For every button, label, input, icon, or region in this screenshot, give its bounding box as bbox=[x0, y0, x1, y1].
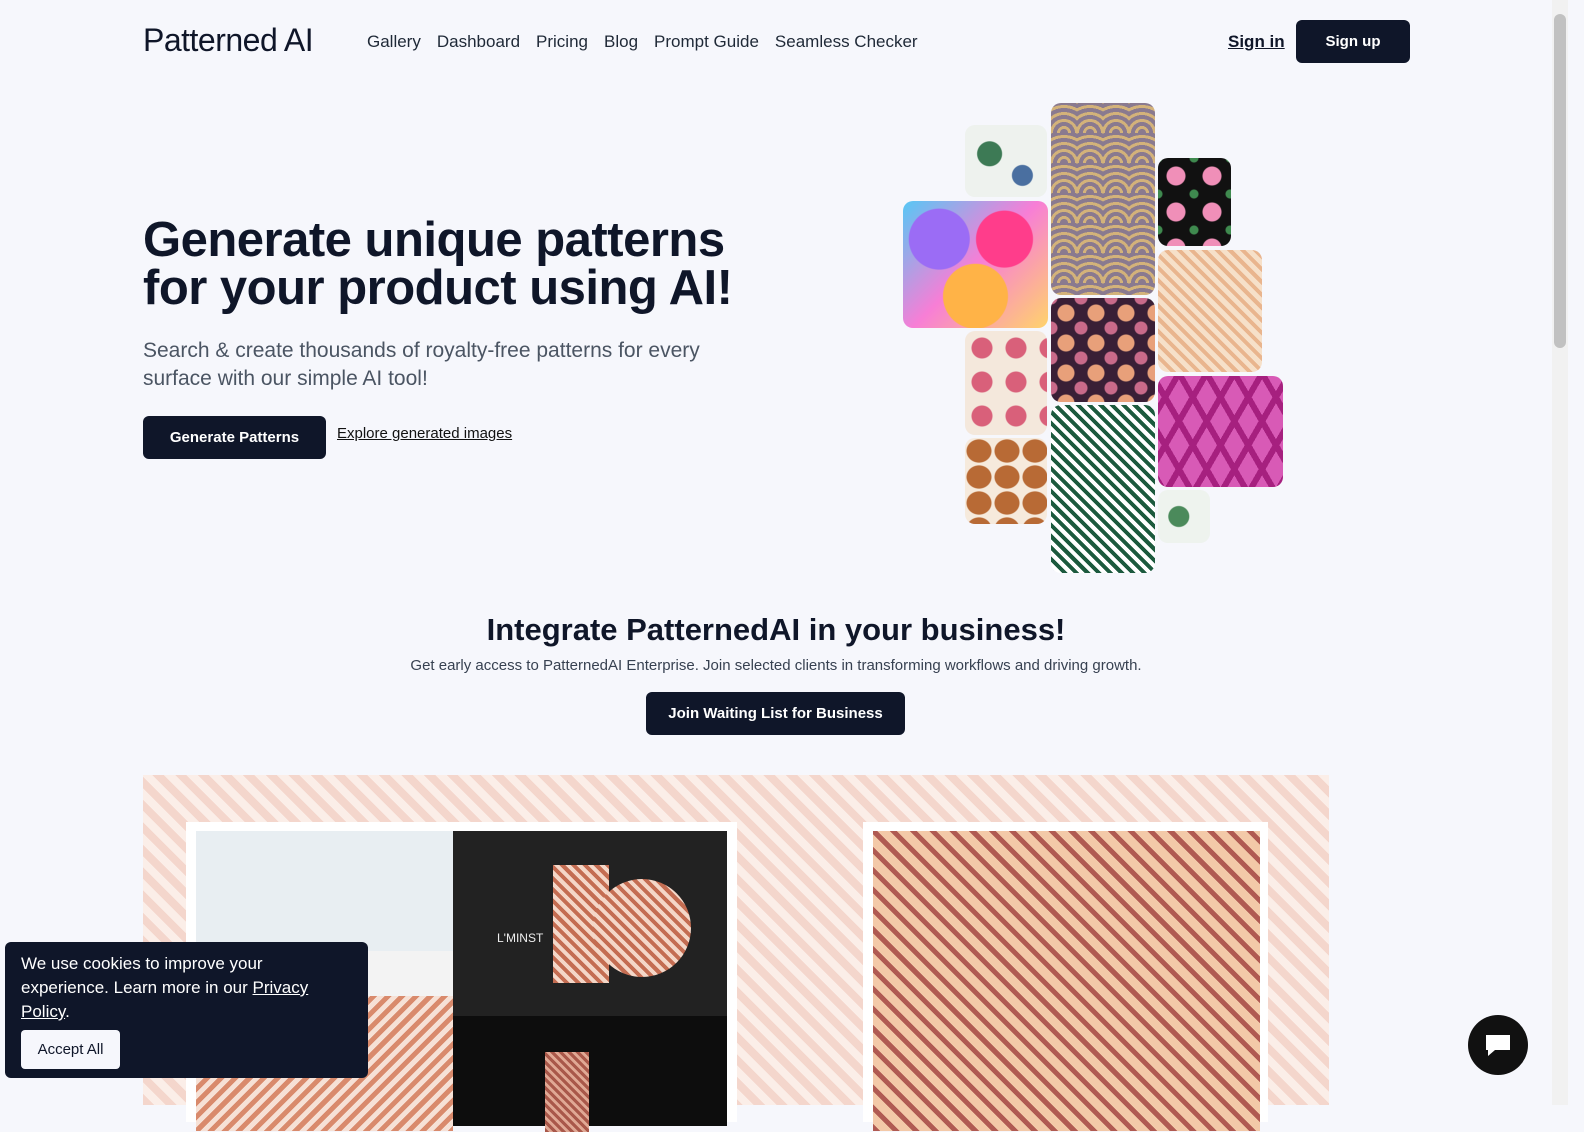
pattern-tile[interactable] bbox=[965, 125, 1047, 197]
pattern-tile[interactable] bbox=[1158, 490, 1210, 543]
pattern-tile[interactable] bbox=[1051, 298, 1155, 402]
cookie-text-end: . bbox=[65, 1002, 70, 1021]
join-waiting-list-button[interactable]: Join Waiting List for Business bbox=[646, 692, 905, 735]
pattern-tile[interactable] bbox=[1158, 250, 1262, 372]
scrollbar-thumb[interactable] bbox=[1554, 14, 1566, 348]
nav-gallery[interactable]: Gallery bbox=[367, 32, 421, 52]
explore-link[interactable]: Explore generated images bbox=[337, 425, 512, 442]
nav-dashboard[interactable]: Dashboard bbox=[437, 32, 520, 52]
logo[interactable]: Patterned AI bbox=[143, 22, 314, 59]
generate-patterns-button[interactable]: Generate Patterns bbox=[143, 416, 326, 459]
nav-prompt-guide[interactable]: Prompt Guide bbox=[654, 32, 759, 52]
cookie-banner: We use cookies to improve your experienc… bbox=[5, 942, 368, 1078]
accept-all-button[interactable]: Accept All bbox=[21, 1030, 120, 1069]
bag-mockup-image bbox=[453, 1016, 727, 1132]
chat-icon bbox=[1486, 1035, 1510, 1056]
main-nav: Gallery Dashboard Pricing Blog Prompt Gu… bbox=[367, 32, 918, 52]
pattern-tile[interactable] bbox=[1051, 103, 1155, 295]
nav-pricing[interactable]: Pricing bbox=[536, 32, 588, 52]
pattern-tile[interactable] bbox=[965, 438, 1047, 524]
cookie-text: We use cookies to improve your experienc… bbox=[21, 954, 263, 997]
pattern-tile[interactable] bbox=[903, 201, 1048, 328]
business-text: Get early access to PatternedAI Enterpri… bbox=[410, 657, 1142, 674]
nav-seamless-checker[interactable]: Seamless Checker bbox=[775, 32, 918, 52]
hero-title: Generate unique patterns for your produc… bbox=[143, 213, 733, 315]
sign-up-button[interactable]: Sign up bbox=[1296, 20, 1410, 63]
business-title: Integrate PatternedAI in your business! bbox=[486, 612, 1066, 647]
branding-mockup-image: L'MINST bbox=[453, 831, 727, 1016]
pattern-tile[interactable] bbox=[1158, 376, 1283, 487]
pattern-tile[interactable] bbox=[965, 331, 1047, 435]
hero-subtitle: Search & create thousands of royalty-fre… bbox=[143, 339, 700, 390]
pattern-tile[interactable] bbox=[1051, 405, 1155, 573]
diamond-pattern-image bbox=[873, 831, 1260, 1131]
sign-in-link[interactable]: Sign in bbox=[1228, 32, 1285, 52]
showcase-card bbox=[863, 822, 1268, 1131]
chat-button[interactable] bbox=[1468, 1015, 1528, 1075]
pattern-tile[interactable] bbox=[1158, 158, 1231, 246]
nav-blog[interactable]: Blog bbox=[604, 32, 638, 52]
brand-text: L'MINST bbox=[497, 931, 544, 945]
